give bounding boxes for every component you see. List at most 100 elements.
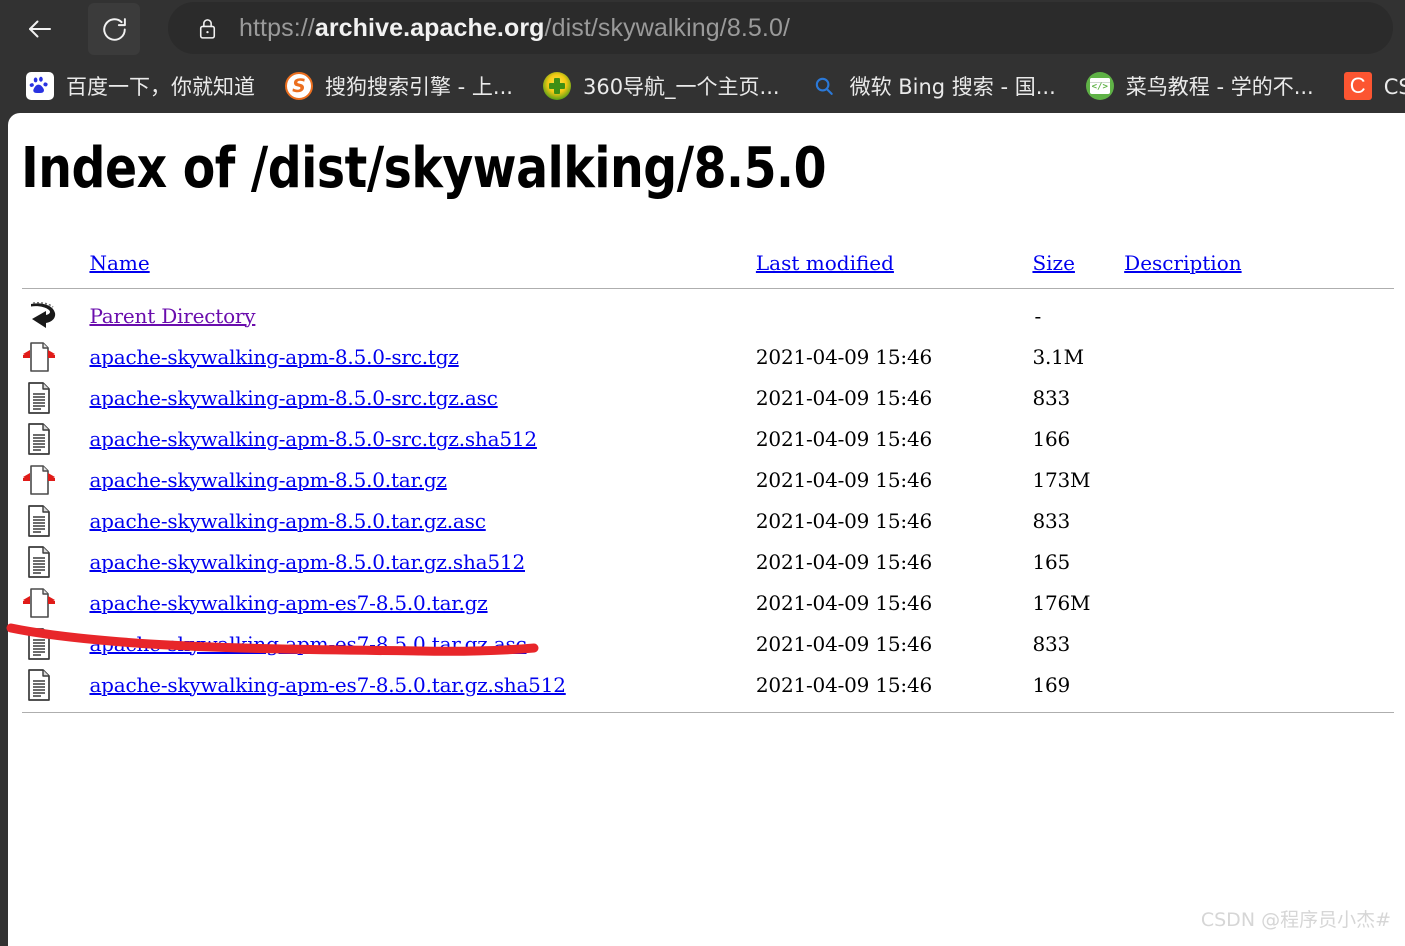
row-description	[1124, 377, 1394, 418]
row-name-cell: apache-skywalking-apm-8.5.0.tar.gz.sha51…	[89, 541, 755, 582]
table-footer	[22, 705, 1394, 719]
row-icon-cell	[22, 336, 89, 377]
table-row: apache-skywalking-apm-es7-8.5.0.tar.gz.a…	[22, 623, 1394, 664]
row-name-cell: apache-skywalking-apm-8.5.0-src.tgz.sha5…	[89, 418, 755, 459]
footer-divider-row	[22, 705, 1394, 719]
address-bar[interactable]: https://archive.apache.org/dist/skywalki…	[168, 2, 1393, 54]
url-host: archive.apache.org	[314, 13, 545, 42]
back-arrow-icon	[29, 20, 51, 38]
row-size: 833	[1032, 508, 1071, 533]
sogou-icon: S	[285, 71, 313, 100]
row-icon-cell	[22, 623, 89, 664]
table-row: Parent Directory -	[22, 295, 1394, 336]
row-name-cell: apache-skywalking-apm-es7-8.5.0.tar.gz.a…	[89, 623, 755, 664]
row-last-modified: 2021-04-09 15:46	[755, 508, 932, 533]
parent-directory-link[interactable]: Parent Directory	[89, 304, 255, 328]
directory-listing: Name Last modified Size Description Pare…	[22, 245, 1394, 719]
bing-search-icon	[810, 72, 838, 100]
back-button[interactable]	[14, 3, 66, 55]
baidu-paw-glyph	[29, 76, 48, 93]
row-last-modified: 2021-04-09 15:46	[755, 549, 932, 574]
360-icon	[542, 71, 571, 100]
bookmark-runoob[interactable]: </> 菜鸟教程 - 学的不...	[1078, 66, 1322, 106]
file-link[interactable]: apache-skywalking-apm-es7-8.5.0.tar.gz	[89, 591, 487, 615]
watermark: CSDN @程序员小杰#	[1200, 909, 1391, 931]
header-row: Name Last modified Size Description	[22, 245, 1394, 281]
row-icon-cell	[22, 418, 89, 459]
bookmark-360[interactable]: 360导航_一个主页...	[535, 66, 788, 106]
row-last-modified: 2021-04-09 15:46	[755, 631, 932, 656]
row-last-modified: 2021-04-09 15:46	[755, 344, 932, 369]
row-size: 833	[1032, 631, 1071, 656]
sort-by-name-link[interactable]: Name	[89, 251, 149, 275]
file-link[interactable]: apache-skywalking-apm-es7-8.5.0.tar.gz.a…	[89, 632, 526, 656]
bookmark-csdn[interactable]: C CSDN-专业IT技	[1336, 66, 1405, 106]
header-name: Name	[89, 245, 755, 281]
row-description	[1124, 582, 1394, 623]
bookmark-label: 搜狗搜索引擎 - 上...	[325, 74, 513, 99]
file-link[interactable]: apache-skywalking-apm-8.5.0-src.tgz	[89, 345, 458, 369]
row-icon-cell	[22, 377, 89, 418]
row-size: -	[1034, 303, 1041, 328]
magnifier-glyph	[815, 77, 833, 95]
row-description	[1124, 418, 1394, 459]
bookmark-sogou[interactable]: S 搜狗搜索引擎 - 上...	[277, 66, 521, 106]
browser-toolbar: https://archive.apache.org/dist/skywalki…	[0, 0, 1405, 58]
bookmark-baidu[interactable]: 百度一下，你就知道	[18, 66, 263, 106]
text-file-icon	[28, 381, 50, 414]
row-description	[1124, 459, 1394, 500]
sort-by-size-link[interactable]: Size	[1032, 251, 1074, 275]
text-file-icon	[28, 668, 50, 701]
table-row: apache-skywalking-apm-es7-8.5.0.tar.gz 20…	[22, 582, 1394, 623]
url-scheme: https://	[239, 13, 315, 42]
row-size: 3.1M	[1032, 344, 1084, 369]
text-file-icon	[28, 545, 50, 578]
table-row: apache-skywalking-apm-8.5.0.tar.gz 2021-0…	[22, 459, 1394, 500]
sort-by-date-link[interactable]: Last modified	[756, 251, 894, 275]
row-size: 166	[1032, 426, 1071, 451]
page-content: Index of /dist/skywalking/8.5.0 Name Las…	[8, 113, 1405, 946]
row-description	[1124, 500, 1394, 541]
sort-by-description-link[interactable]: Description	[1124, 251, 1241, 275]
header-divider-cell	[22, 281, 1394, 295]
table-row: apache-skywalking-apm-8.5.0.tar.gz.asc 20…	[22, 500, 1394, 541]
bookmark-label: 菜鸟教程 - 学的不...	[1125, 74, 1314, 99]
file-link[interactable]: apache-skywalking-apm-8.5.0.tar.gz.sha51…	[89, 550, 525, 574]
table-header: Name Last modified Size Description	[22, 245, 1394, 295]
row-last-modified: 2021-04-09 15:46	[755, 385, 932, 410]
bookmark-bing[interactable]: 微软 Bing 搜索 - 国...	[802, 66, 1064, 106]
row-description	[1124, 336, 1394, 377]
bookmark-label: 百度一下，你就知道	[66, 74, 255, 99]
file-link[interactable]: apache-skywalking-apm-8.5.0.tar.gz.asc	[89, 509, 485, 533]
file-link[interactable]: apache-skywalking-apm-8.5.0.tar.gz	[89, 468, 447, 492]
file-link[interactable]: apache-skywalking-apm-8.5.0-src.tgz.sha5…	[89, 427, 537, 451]
text-file-icon	[28, 627, 50, 660]
row-last-modified: 2021-04-09 15:46	[755, 426, 932, 451]
row-name-cell: apache-skywalking-apm-8.5.0.tar.gz	[89, 459, 755, 500]
header-size: Size	[1032, 245, 1124, 281]
url-text: https://archive.apache.org/dist/skywalki…	[239, 14, 790, 43]
file-link[interactable]: apache-skywalking-apm-es7-8.5.0.tar.gz.s…	[89, 673, 566, 697]
row-description	[1124, 541, 1394, 582]
row-icon-cell	[22, 295, 89, 336]
reload-button[interactable]	[88, 3, 140, 55]
table-row: apache-skywalking-apm-8.5.0-src.tgz.sha5…	[22, 418, 1394, 459]
text-file-icon	[28, 422, 50, 455]
runoob-code-glyph: </>	[1091, 81, 1108, 92]
text-file-icon	[28, 504, 50, 537]
bookmarks-bar: 百度一下，你就知道 S 搜狗搜索引擎 - 上... 360导航_一个主页... …	[0, 58, 1405, 113]
lock-icon	[196, 16, 219, 41]
directory-table: Name Last modified Size Description Pare…	[22, 245, 1394, 719]
header-icon-cell	[22, 245, 89, 281]
baidu-icon	[26, 71, 54, 100]
footer-divider-cell	[22, 705, 1394, 719]
row-description	[1124, 623, 1394, 664]
file-link[interactable]: apache-skywalking-apm-8.5.0-src.tgz.asc	[89, 386, 497, 410]
runoob-icon: </>	[1085, 71, 1114, 100]
row-name-cell: apache-skywalking-apm-es7-8.5.0.tar.gz	[89, 582, 755, 623]
table-row: apache-skywalking-apm-8.5.0.tar.gz.sha51…	[22, 541, 1394, 582]
row-size: 165	[1032, 549, 1071, 574]
compressed-file-icon	[23, 464, 55, 495]
row-size: 833	[1032, 385, 1071, 410]
row-size: 169	[1032, 672, 1071, 697]
